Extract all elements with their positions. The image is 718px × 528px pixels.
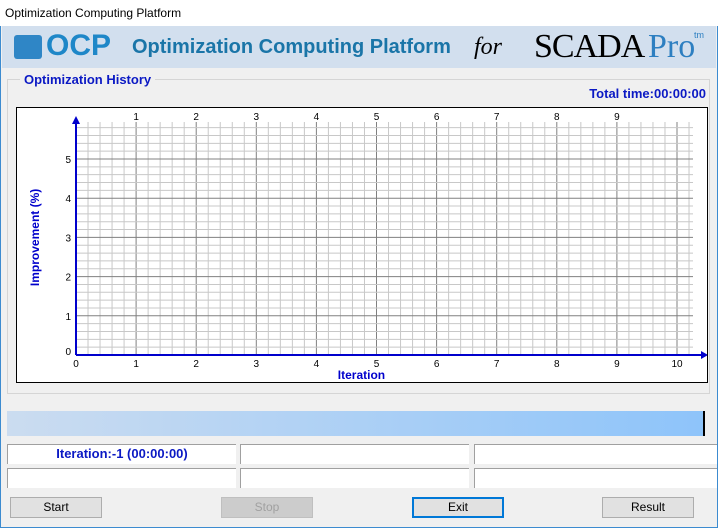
banner-scada: SCADA [534,28,645,65]
banner-pro: Pro [648,28,696,65]
y-axis-label: Improvement (%) [28,189,42,286]
x-tick-label: 4 [314,359,320,370]
top-tick-label: 9 [614,112,620,123]
x-tick-label: 8 [554,359,560,370]
start-button[interactable]: Start [10,497,102,518]
history-chart: 0 1 2 3 4 5 6 7 8 9 101 2 3 4 5 6 7 8 9012345IterationImpr… [16,107,708,383]
x-tick-label: 10 [671,359,683,370]
result-button[interactable]: Result [602,497,694,518]
top-tick-label: 8 [554,112,560,123]
x-tick-label: 6 [434,359,440,370]
x-tick-label: 2 [193,359,199,370]
y-tick-label: 2 [65,273,71,284]
top-tick-label: 2 [193,112,199,123]
top-tick-label: 4 [314,112,320,123]
total-time: Total time:00:00:00 [589,86,706,101]
top-tick-label: 5 [374,112,380,123]
status-cell [7,468,236,488]
x-tick-label: 7 [494,359,500,370]
banner-for: for [474,34,503,60]
top-tick-label: 6 [434,112,440,123]
group-label: Optimization History [20,72,156,87]
y-axis-arrow-icon [72,116,80,124]
top-tick-label: 7 [494,112,500,123]
exit-button[interactable]: Exit [412,497,504,518]
top-tick-label: 3 [254,112,260,123]
y-tick-label: 5 [65,155,71,166]
y-tick-label: 3 [65,233,71,244]
banner: OCP Optimization Computing Platform for … [2,26,716,68]
status-cell [240,444,469,464]
status-cell [474,444,718,464]
y-tick-label: 0 [65,347,71,358]
x-tick-label: 9 [614,359,620,370]
top-tick-label: 1 [133,112,139,123]
x-axis-label: Iteration [338,368,385,382]
status-cell [240,468,469,488]
progress-bar [7,411,705,436]
x-tick-label: 3 [254,359,260,370]
y-tick-label: 1 [65,312,71,323]
banner-title: Optimization Computing Platform [132,36,451,58]
status-cell-iteration: Iteration:-1 (00:00:00) [7,444,236,464]
status-cell [474,468,718,488]
ocp-logo-icon [14,35,42,59]
x-axis-arrow-icon [701,351,707,359]
logo-text: OCP [46,29,112,62]
stop-button[interactable]: Stop [221,497,313,518]
x-tick-label: 1 [133,359,139,370]
x-tick-label: 0 [73,359,79,370]
y-tick-label: 4 [65,194,71,205]
banner-tm: tm [694,30,704,40]
window-title: Optimization Computing Platform [0,0,718,26]
